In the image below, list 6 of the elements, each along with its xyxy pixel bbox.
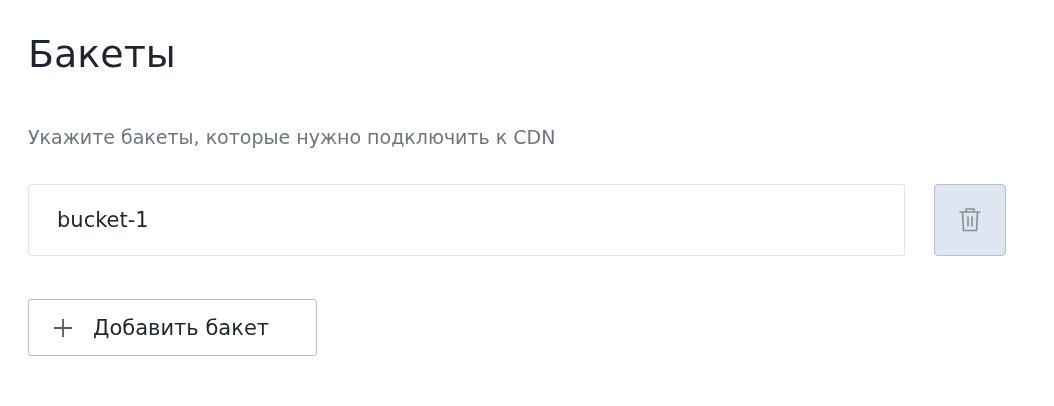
plus-icon xyxy=(53,317,73,338)
add-bucket-button[interactable]: Добавить бакет xyxy=(28,299,317,356)
description-text: Укажите бакеты, которые нужно подключить к CDN xyxy=(28,125,557,150)
trash-icon xyxy=(959,207,981,233)
bucket-input-field[interactable]: bucket-1 xyxy=(28,184,905,256)
page-title: Бакеты xyxy=(28,31,177,78)
